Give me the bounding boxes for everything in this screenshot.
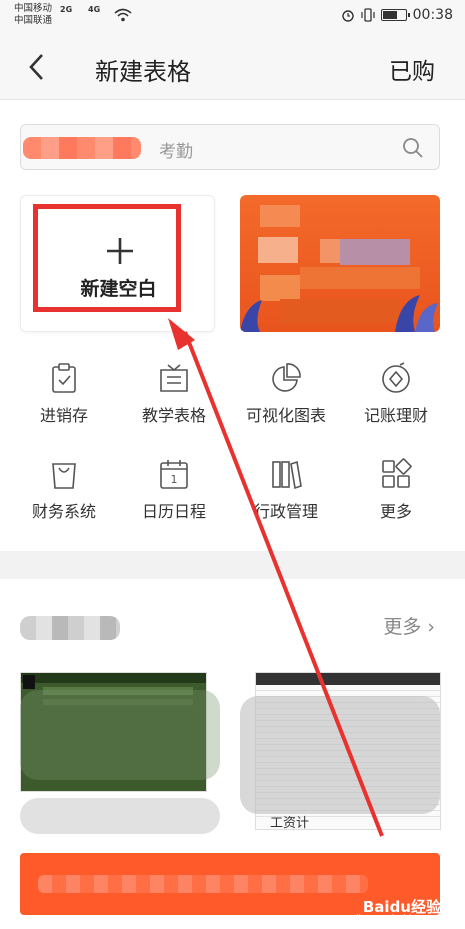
carrier-1: 中国移动 — [14, 3, 53, 14]
page-title: 新建表格 — [95, 58, 191, 86]
clipboard-check-icon — [52, 363, 76, 393]
new-blank-card[interactable]: 新建空白 — [20, 195, 215, 332]
pie-chart-icon — [272, 363, 301, 392]
chevron-left-icon — [29, 54, 43, 80]
category-calendar[interactable]: 1 日历日程 — [116, 458, 232, 528]
search-placeholder: 考勤 — [159, 142, 193, 162]
header-bar: 新建表格 已购 — [0, 34, 465, 100]
category-label: 教学表格 — [141, 406, 206, 425]
banner-mosaic — [340, 239, 410, 265]
shopping-bag-icon — [52, 463, 76, 489]
thumbnail-mosaic — [240, 696, 440, 814]
finance-icon — [382, 362, 410, 393]
network-2g: 2G — [60, 5, 73, 14]
search-icon[interactable] — [401, 136, 425, 160]
svg-text:1: 1 — [171, 473, 178, 486]
category-more[interactable]: 更多 — [338, 458, 454, 528]
category-teaching[interactable]: 教学表格 — [116, 362, 232, 432]
bottom-text-mosaic — [38, 875, 368, 893]
category-finance-system[interactable]: 财务系统 — [6, 458, 122, 528]
search-input[interactable]: 考勤 — [20, 124, 440, 170]
new-blank-label: 新建空白 — [80, 278, 157, 300]
status-right: 00:38 — [341, 7, 453, 23]
network-4g: 4G — [88, 5, 101, 14]
promo-banner[interactable] — [240, 195, 440, 332]
bought-button[interactable]: 已购 — [389, 52, 435, 86]
carrier-info: 中国移动 中国联通 — [14, 3, 52, 27]
plus-icon — [107, 238, 133, 264]
category-administration[interactable]: 行政管理 — [228, 458, 344, 528]
banner-mosaic — [258, 237, 298, 263]
battery-icon — [380, 9, 410, 21]
category-label: 财务系统 — [31, 502, 96, 521]
category-label: 日历日程 — [141, 502, 206, 521]
alarm-icon — [341, 10, 354, 22]
thumbnail-mosaic — [20, 690, 220, 780]
clock: 00:38 — [412, 7, 453, 23]
section-divider — [0, 551, 465, 579]
category-label: 进销存 — [39, 406, 88, 425]
thumbnail-header — [21, 673, 206, 683]
category-label: 可视化图表 — [245, 406, 326, 425]
category-accounting[interactable]: 记账理财 — [338, 362, 454, 432]
category-visual-charts[interactable]: 可视化图表 — [228, 362, 344, 432]
more-link[interactable]: 更多 › — [383, 612, 435, 639]
thumbnail-name-mosaic — [20, 798, 220, 834]
wifi-icon — [114, 8, 132, 22]
banner-mosaic — [260, 205, 300, 227]
books-icon — [272, 460, 302, 490]
calendar-icon: 1 — [160, 460, 188, 489]
search-text-mosaic — [23, 137, 141, 159]
banner-leaf-illustration — [240, 300, 262, 332]
baidu-watermark-url: jingyan.baidu.com — [355, 914, 439, 924]
carrier-2: 中国联通 — [14, 15, 53, 26]
category-label: 更多 — [379, 502, 412, 521]
banner-leaf-illustration — [395, 295, 438, 332]
teaching-table-icon — [160, 364, 188, 392]
status-bar: 中国移动 中国联通 2G 4G 00:38 — [0, 0, 465, 34]
category-inventory[interactable]: 进销存 — [6, 362, 122, 432]
thumbnail-header — [256, 673, 440, 685]
grid-more-icon — [382, 458, 412, 488]
banner-mosaic — [280, 299, 400, 323]
category-label: 行政管理 — [253, 502, 318, 521]
back-button[interactable] — [22, 50, 54, 84]
category-label: 记账理财 — [363, 406, 428, 425]
section-title-mosaic — [20, 616, 120, 640]
thumbnail-avatar — [23, 675, 35, 689]
template-name: 工资计 — [270, 816, 310, 831]
vibrate-icon — [361, 8, 375, 22]
